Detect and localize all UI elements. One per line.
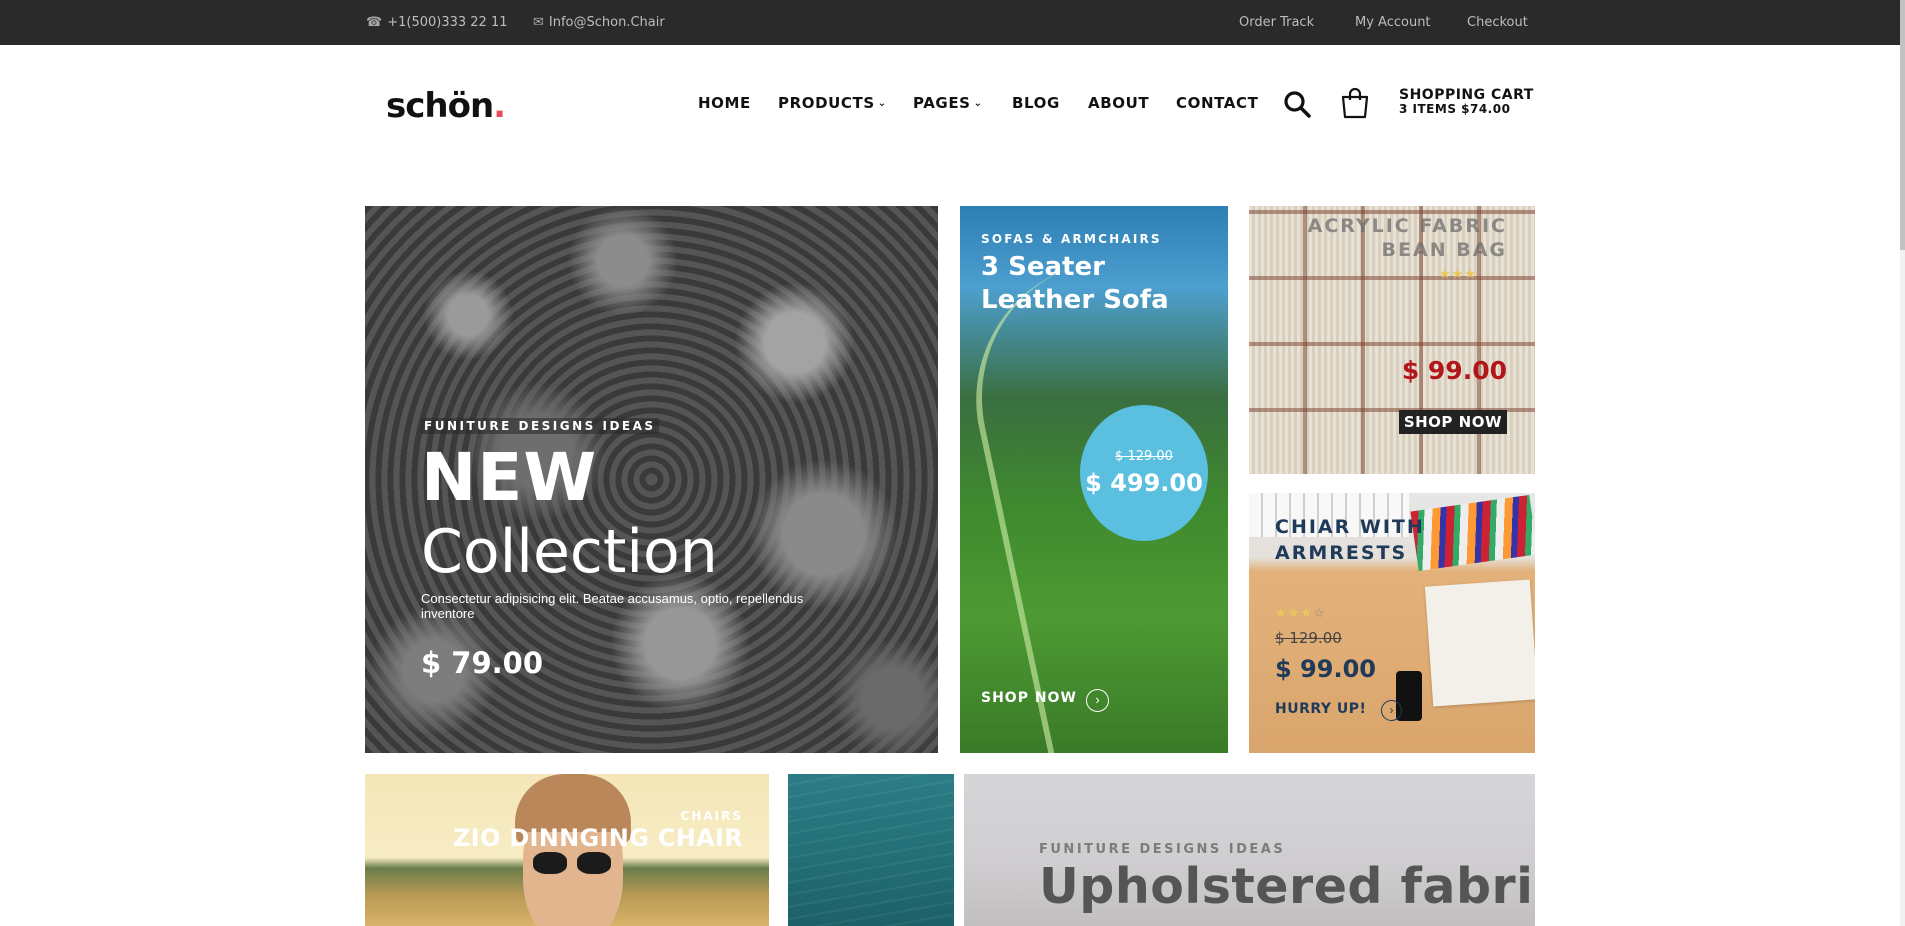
- upholstered-title: Upholstered fabric: [1039, 858, 1535, 915]
- email-contact[interactable]: ✉ Info@Schon.Chair: [533, 0, 665, 45]
- image-tile-sea[interactable]: [788, 774, 954, 926]
- shopping-cart-summary[interactable]: SHOPPING CART 3 ITEMS $74.00: [1399, 88, 1534, 116]
- checkout-link[interactable]: Checkout: [1467, 0, 1528, 45]
- sofa-category: SOFAS & ARMCHAIRS: [981, 232, 1162, 246]
- armchair-title: CHIAR WITH ARMRESTS: [1275, 514, 1465, 566]
- bean-bag-shop-now-button[interactable]: SHOP NOW: [1398, 410, 1507, 434]
- email-address: Info@Schon.Chair: [548, 15, 665, 30]
- hero-banner-new-collection[interactable]: FUNITURE DESIGNS IDEAS NEW Collection Co…: [365, 206, 938, 753]
- arrow-right-circle-icon[interactable]: ›: [1086, 689, 1109, 712]
- dining-title: ZIO DINNGING CHAIR: [453, 824, 743, 852]
- hero-title-light: Collection: [421, 517, 718, 587]
- bean-bag-title-text: ACRYLIC FABRIC BEAN BAG: [1307, 215, 1507, 261]
- sale-price-badge: $ 129.00 $ 499.00: [1080, 405, 1208, 541]
- banner-upholstered-fabric[interactable]: FUNITURE DESIGNS IDEAS Upholstered fabri…: [964, 774, 1535, 926]
- nav-about[interactable]: ABOUT: [1088, 92, 1149, 114]
- dining-category: CHAIRS: [680, 809, 743, 823]
- product-tile-sofa[interactable]: SOFAS & ARMCHAIRS 3 Seater Leather Sofa …: [960, 206, 1228, 753]
- arrow-right-circle-icon[interactable]: ›: [1381, 700, 1402, 721]
- sofa-price: $ 499.00: [1085, 469, 1203, 497]
- sunglasses-decoration: [533, 852, 613, 874]
- chevron-down-icon: ⌄: [877, 98, 887, 109]
- sofa-old-price: $ 129.00: [1115, 449, 1173, 464]
- nav-contact[interactable]: CONTACT: [1176, 92, 1258, 114]
- cart-title: SHOPPING CART: [1399, 87, 1534, 103]
- product-tile-armchair[interactable]: CHIAR WITH ARMRESTS ★★★☆ $ 129.00 $ 99.0…: [1249, 493, 1535, 753]
- page-scrollbar[interactable]: [1900, 0, 1905, 926]
- chevron-down-icon: ⌄: [973, 98, 983, 109]
- hero-price: $ 79.00: [421, 646, 544, 680]
- nav-blog[interactable]: BLOG: [1012, 92, 1060, 114]
- bean-bag-price: $ 99.00: [1401, 356, 1507, 385]
- armchair-rating-stars: ★★★☆: [1275, 605, 1326, 620]
- logo[interactable]: schön.: [386, 86, 506, 126]
- open-book-decoration: [1424, 579, 1535, 707]
- product-tile-bean-bag[interactable]: ACRYLIC FABRIC BEAN BAG ★★★ $ 99.00 SHOP…: [1249, 206, 1535, 474]
- product-tile-dining-chair[interactable]: CHAIRS ZIO DINNGING CHAIR: [365, 774, 769, 926]
- cart-summary: 3 ITEMS $74.00: [1399, 102, 1511, 116]
- phone-contact[interactable]: ☎ +1(500)333 22 11: [366, 0, 508, 45]
- shopping-bag-icon[interactable]: [1340, 87, 1370, 119]
- envelope-icon: ✉: [533, 15, 544, 30]
- my-account-link[interactable]: My Account: [1355, 0, 1431, 45]
- logo-dot: .: [493, 86, 506, 126]
- bean-bag-rating-stars: ★★★: [1439, 266, 1477, 281]
- armchair-old-price: $ 129.00: [1275, 629, 1342, 647]
- sofa-title: 3 Seater Leather Sofa: [981, 252, 1169, 315]
- phone-number: +1(500)333 22 11: [387, 15, 508, 30]
- nav-pages[interactable]: PAGES ⌄: [913, 92, 983, 115]
- armchair-title-text: CHIAR WITH ARMRESTS: [1275, 516, 1425, 564]
- bean-bag-title: ACRYLIC FABRIC BEAN BAG: [1297, 214, 1507, 262]
- armchair-price: $ 99.00: [1275, 655, 1376, 683]
- armchair-hurry-up-link[interactable]: HURRY UP!: [1275, 701, 1366, 717]
- hero-title-bold: NEW: [421, 439, 598, 516]
- nav-home[interactable]: HOME: [698, 92, 751, 114]
- upholstered-kicker: FUNITURE DESIGNS IDEAS: [1039, 842, 1286, 857]
- sofa-shop-now-link[interactable]: SHOP NOW: [981, 690, 1077, 706]
- hero-kicker: FUNITURE DESIGNS IDEAS: [421, 418, 659, 434]
- hero-description: Consectetur adipisicing elit. Beatae acc…: [421, 591, 804, 621]
- nav-products[interactable]: PRODUCTS ⌄: [778, 92, 887, 115]
- search-icon[interactable]: [1283, 90, 1311, 118]
- order-track-link[interactable]: Order Track: [1239, 0, 1314, 45]
- top-bar: ☎ +1(500)333 22 11 ✉ Info@Schon.Chair Orde…: [0, 0, 1905, 45]
- waves-decoration: [788, 774, 954, 926]
- phone-icon: ☎: [366, 15, 383, 30]
- logo-text: schön: [386, 86, 494, 126]
- nav-products-label: PRODUCTS: [778, 94, 875, 112]
- scrollbar-thumb[interactable]: [1900, 0, 1905, 250]
- nav-pages-label: PAGES: [913, 94, 971, 112]
